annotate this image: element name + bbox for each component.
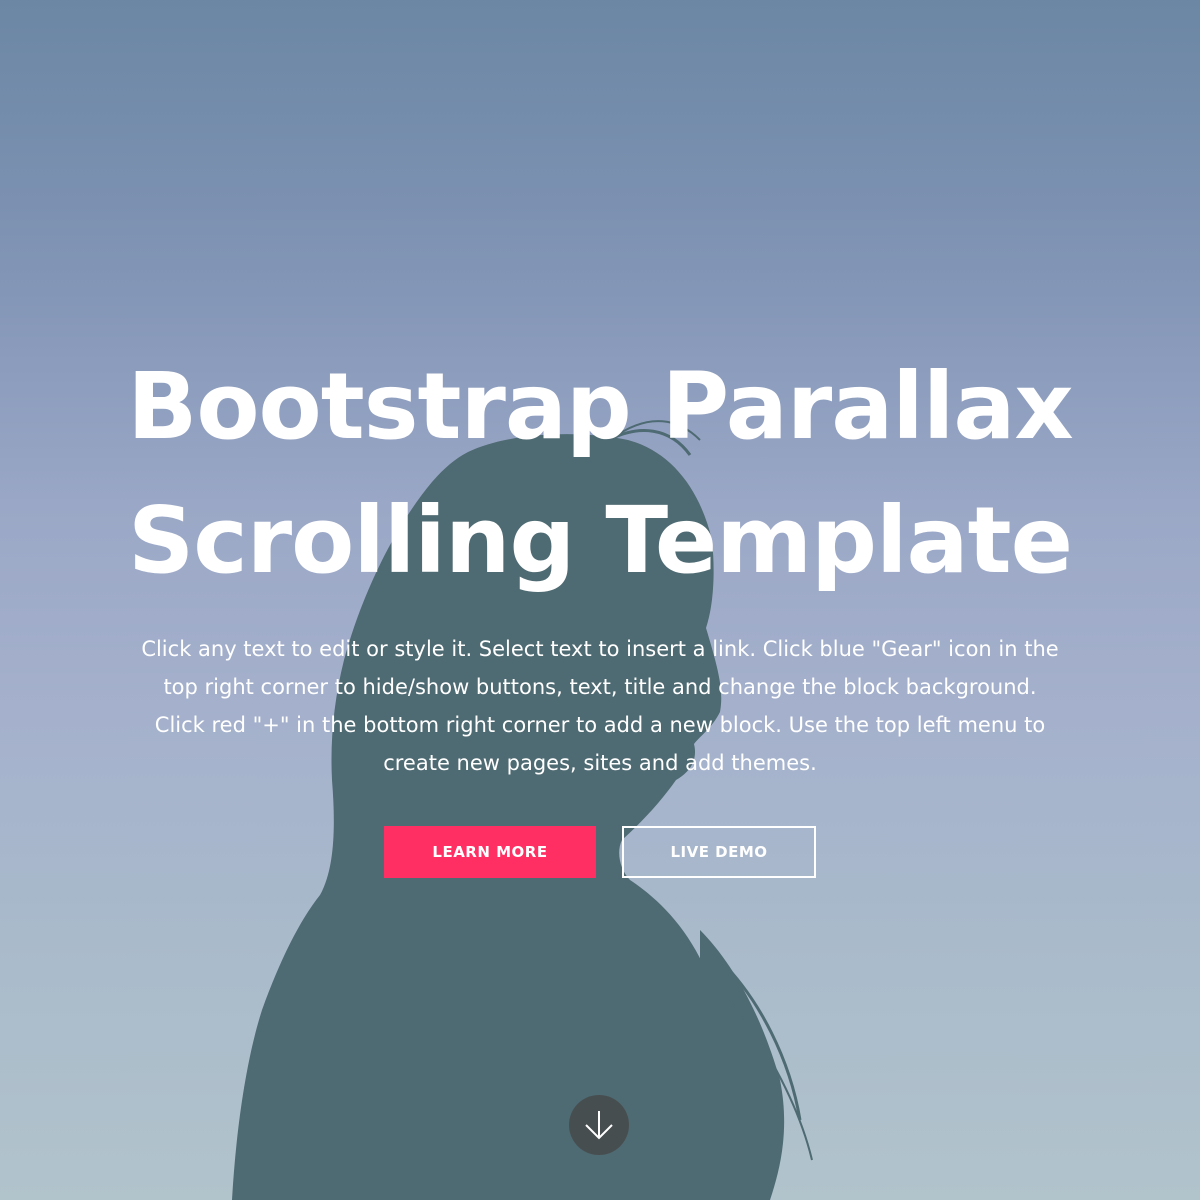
hero-content: Bootstrap Parallax Scrolling Template Cl… (0, 340, 1200, 878)
arrow-down-icon (585, 1111, 613, 1140)
live-demo-button[interactable]: LIVE DEMO (622, 826, 816, 878)
hero-buttons: LEARN MORE LIVE DEMO (0, 826, 1200, 878)
hero-section: Bootstrap Parallax Scrolling Template Cl… (0, 0, 1200, 1200)
learn-more-button[interactable]: LEARN MORE (384, 826, 596, 878)
scroll-down-button[interactable] (569, 1095, 629, 1155)
hero-description: Click any text to edit or style it. Sele… (141, 637, 1059, 775)
hero-title-line2: Scrolling Template (127, 487, 1073, 594)
hero-title-line1: Bootstrap Parallax (127, 353, 1074, 460)
hero-title: Bootstrap Parallax Scrolling Template (0, 340, 1200, 608)
